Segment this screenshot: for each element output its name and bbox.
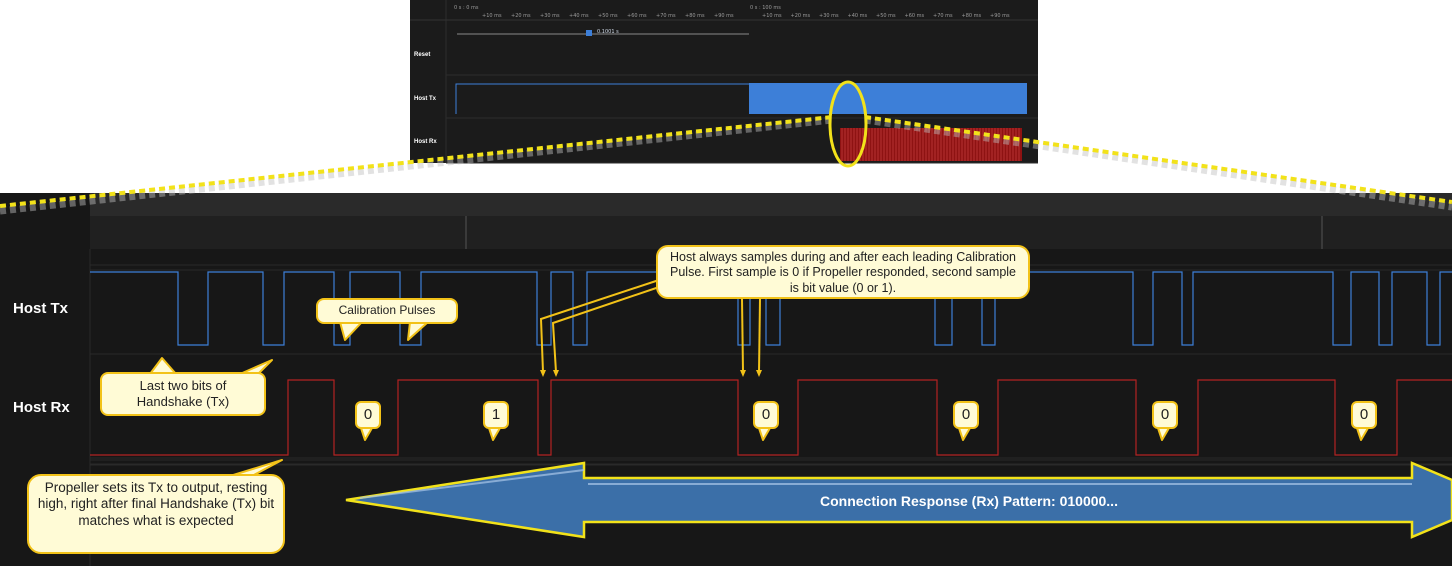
overview-tick-label: +10 ms <box>762 13 782 19</box>
overview-tick-label: +80 ms <box>961 13 982 19</box>
overview-tick-label: +40 ms <box>569 13 589 19</box>
overview-channel-host-rx[interactable]: Host Rx <box>414 139 437 145</box>
connection-response-label: Connection Response (Rx) Pattern: 010000… <box>820 493 1118 509</box>
bit-label: 0 <box>753 401 779 429</box>
bit-label: 0 <box>1351 401 1377 429</box>
overview-tick-label: +50 ms <box>876 13 896 19</box>
channel-label-host-tx[interactable]: Host Tx <box>13 300 68 317</box>
overview-tick-label: +20 ms <box>511 13 531 19</box>
callout-calibration-pulses: Calibration Pulses <box>316 298 458 324</box>
overview-tick-label: +30 ms <box>540 13 560 19</box>
overview-tick-label: +60 ms <box>627 13 647 19</box>
overview-channel-host-tx[interactable]: Host Tx <box>414 96 436 102</box>
callout-samples: Host always samples during and after eac… <box>656 245 1030 299</box>
time-tick-label: +0.2 ms <box>634 226 685 240</box>
bit-label: 0 <box>1152 401 1178 429</box>
callout-last-two-bits: Last two bits of Handshake (Tx) <box>100 372 266 416</box>
time-tick-label: +0.5 ms <box>890 226 941 240</box>
overview-tick-label: +40 ms <box>847 13 868 19</box>
time-tick-label: +0.1 ms <box>547 226 598 240</box>
bit-label: 1 <box>483 401 509 429</box>
overview-tick-label: +30 ms <box>819 13 839 19</box>
overview-tick-label: +90 ms <box>714 13 734 19</box>
overview-tick-label: +10 ms <box>482 13 502 19</box>
overview-channel-reset[interactable]: Reset <box>414 52 430 58</box>
time-tick-label: +0.4 ms <box>804 226 855 240</box>
overview-tick-label: +70 ms <box>656 13 676 19</box>
time-tick-label: +0.7 ms <box>204 226 255 240</box>
overview-time-right: 0 s : 100 ms <box>750 5 781 11</box>
time-tick-label: +0.7 ms <box>1062 226 1113 240</box>
time-tick-label: +0.3 ms <box>719 226 770 240</box>
time-marker-left: 0 s : 133 ms <box>470 197 551 212</box>
overview-tick-label: +60 ms <box>904 13 925 19</box>
overview-time-left: 0 s : 0 ms <box>454 5 479 11</box>
bit-label: 0 <box>355 401 381 429</box>
overview-tick-label: +70 ms <box>933 13 953 19</box>
overview-panel: 0 s : 0 ms 0 s : 100 ms +10 ms +20 ms +30 … <box>410 0 1038 163</box>
time-tick-label: +0.6 ms <box>975 226 1026 240</box>
time-tick-label: +0.8 ms <box>291 226 342 240</box>
time-tick-label: +0.9 ms <box>1234 226 1285 240</box>
time-tick-label: +0.6 ms <box>120 226 171 240</box>
bit-label: 0 <box>953 401 979 429</box>
time-tick-label: +0.9 ms <box>380 226 431 240</box>
time-marker-right: 0 s : 134 ms <box>1326 197 1407 212</box>
overview-tick-label: +20 ms <box>790 13 811 19</box>
overview-tick-label: +90 ms <box>990 13 1010 19</box>
channel-label-host-rx[interactable]: Host Rx <box>13 399 70 416</box>
callout-propeller: Propeller sets its Tx to output, resting… <box>27 474 285 554</box>
overview-tick-label: +50 ms <box>598 13 618 19</box>
time-tick-label: +0.8 ms <box>1148 226 1199 240</box>
time-tick-label: +0.1 <box>1406 226 1436 240</box>
overview-measure: 0.1001 s <box>597 29 619 35</box>
overview-tick-label: +80 ms <box>685 13 705 19</box>
